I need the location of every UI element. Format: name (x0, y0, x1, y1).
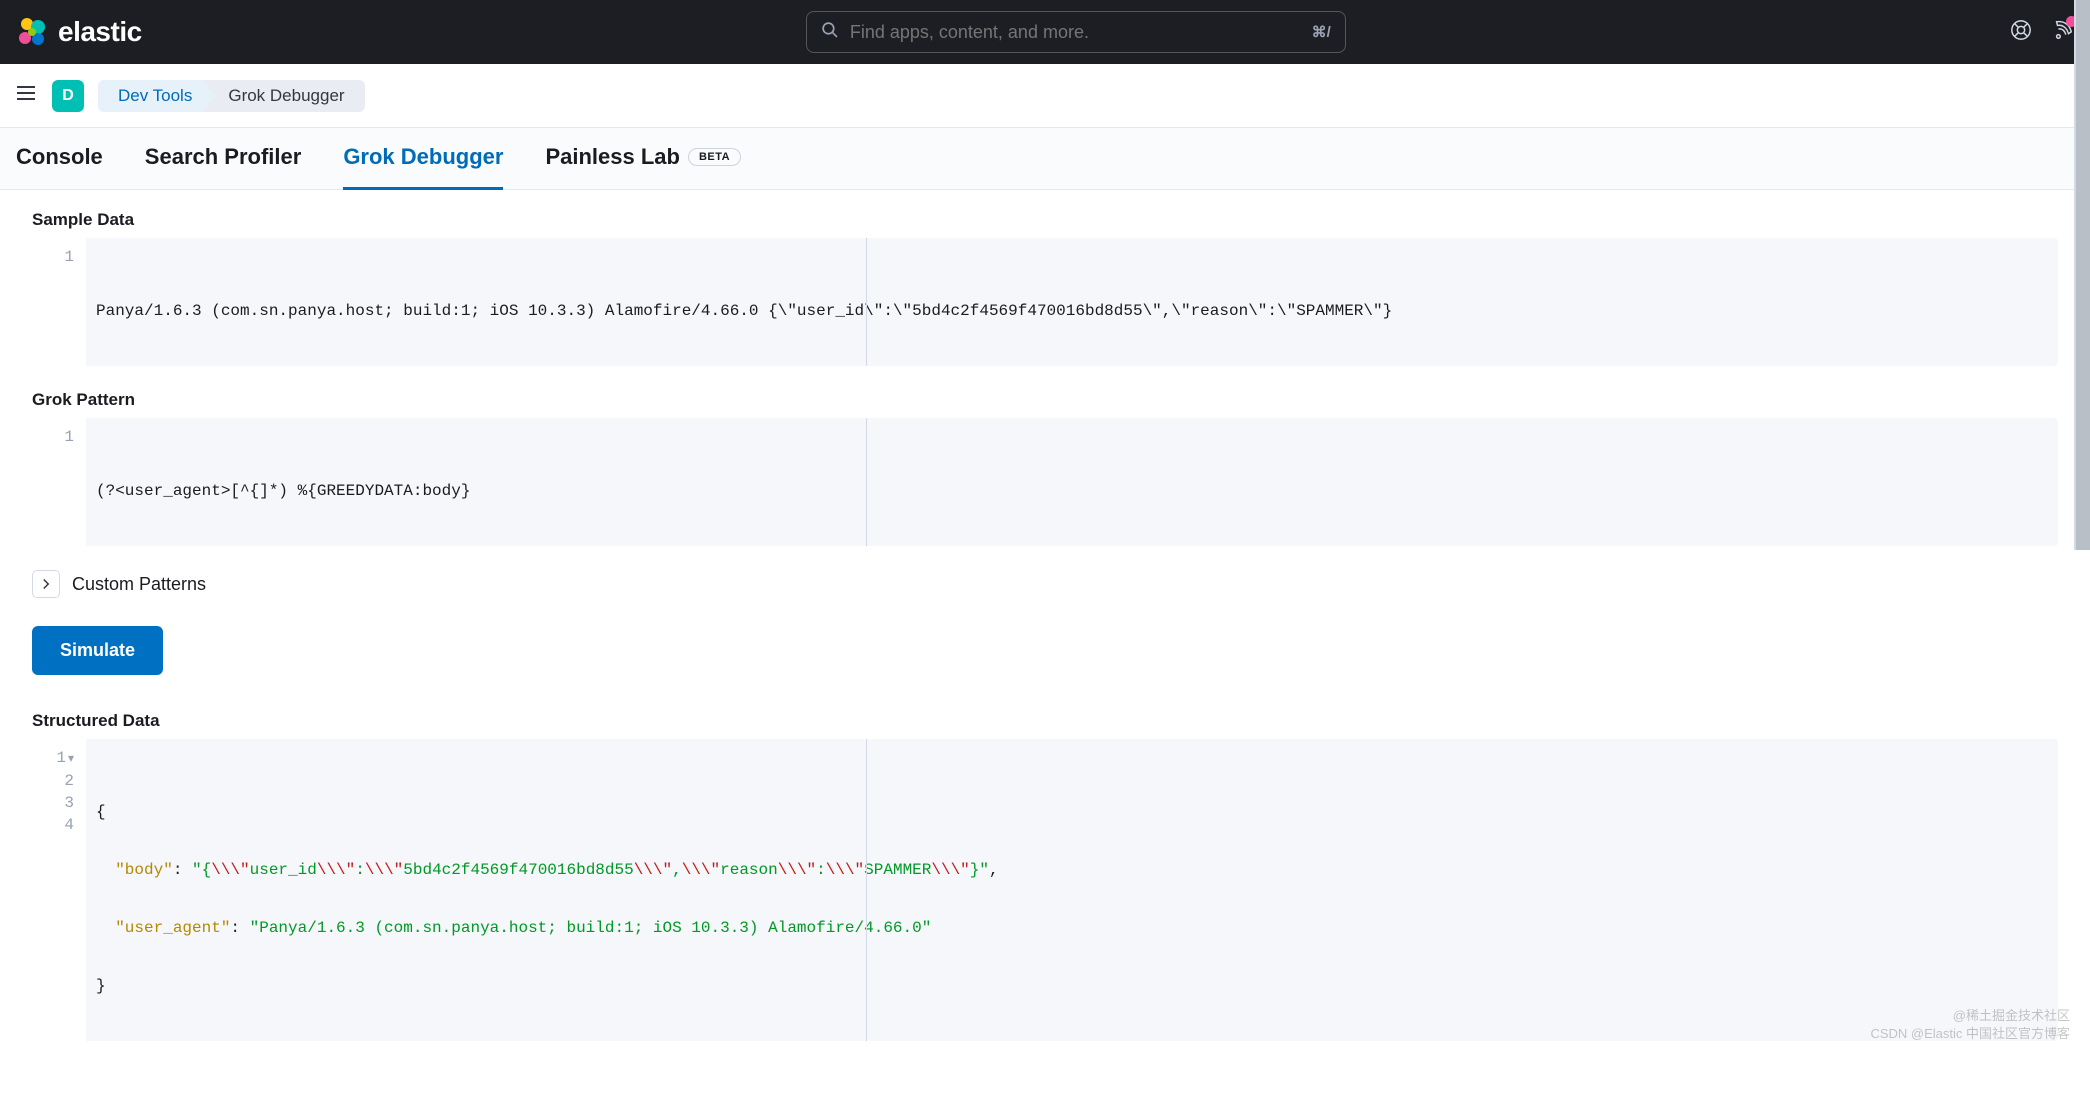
sub-header: D Dev Tools Grok Debugger (0, 64, 2090, 128)
brand-text: elastic (58, 16, 142, 48)
tab-search-profiler[interactable]: Search Profiler (145, 128, 302, 190)
breadcrumb-grok-debugger: Grok Debugger (202, 80, 364, 112)
space-letter: D (62, 87, 74, 105)
space-selector[interactable]: D (52, 80, 84, 112)
structured-data-output[interactable]: 1▾ 2 3 4 { "body": "{\\\"user_id\\\":\\\… (32, 739, 2058, 1041)
breadcrumb: Dev Tools Grok Debugger (98, 80, 365, 112)
global-search-wrap: ⌘/ (158, 11, 1994, 53)
print-margin (866, 739, 867, 1041)
simulate-button[interactable]: Simulate (32, 626, 163, 675)
structured-data-body: { "body": "{\\\"user_id\\\":\\\"5bd4c2f4… (86, 739, 2058, 1041)
sample-data-label: Sample Data (32, 210, 2058, 230)
top-header: elastic ⌘/ (0, 0, 2090, 64)
grok-pattern-editor[interactable]: 1 (?<user_agent>[^{]*) %{GREEDYDATA:body… (32, 418, 2058, 546)
scrollbar[interactable] (2074, 0, 2090, 550)
gutter: 1▾ 2 3 4 (32, 739, 86, 1041)
sample-data-editor[interactable]: 1 Panya/1.6.3 (com.sn.panya.host; build:… (32, 238, 2058, 366)
chevron-right-icon (32, 570, 60, 598)
help-icon[interactable] (2010, 19, 2032, 46)
structured-data-label: Structured Data (32, 711, 2058, 731)
search-shortcut-hint: ⌘/ (1312, 23, 1331, 41)
global-search[interactable]: ⌘/ (806, 11, 1346, 53)
custom-patterns-accordion[interactable]: Custom Patterns (32, 570, 2058, 598)
tab-grok-debugger[interactable]: Grok Debugger (343, 128, 503, 190)
custom-patterns-label: Custom Patterns (72, 574, 206, 595)
gutter: 1 (32, 238, 86, 366)
header-actions (2010, 19, 2074, 46)
brand-logo[interactable]: elastic (16, 16, 142, 48)
tabs-bar: Console Search Profiler Grok Debugger Pa… (0, 128, 2090, 190)
main-content: Sample Data 1 Panya/1.6.3 (com.sn.panya.… (0, 190, 2090, 1085)
search-icon (821, 21, 838, 43)
newsfeed-icon[interactable] (2052, 19, 2074, 46)
elastic-logo-icon (16, 16, 48, 48)
sample-data-body[interactable]: Panya/1.6.3 (com.sn.panya.host; build:1;… (86, 238, 2058, 366)
breadcrumb-dev-tools[interactable]: Dev Tools (98, 80, 202, 112)
tab-console[interactable]: Console (16, 128, 103, 190)
grok-pattern-body[interactable]: (?<user_agent>[^{]*) %{GREEDYDATA:body} (86, 418, 2058, 546)
search-input[interactable] (850, 22, 1300, 43)
gutter: 1 (32, 418, 86, 546)
print-margin (866, 418, 867, 546)
grok-pattern-label: Grok Pattern (32, 390, 2058, 410)
tab-painless-lab[interactable]: Painless Lab BETA (545, 128, 741, 190)
hamburger-menu-icon[interactable] (14, 81, 38, 110)
print-margin (866, 238, 867, 366)
beta-badge: BETA (688, 148, 741, 166)
